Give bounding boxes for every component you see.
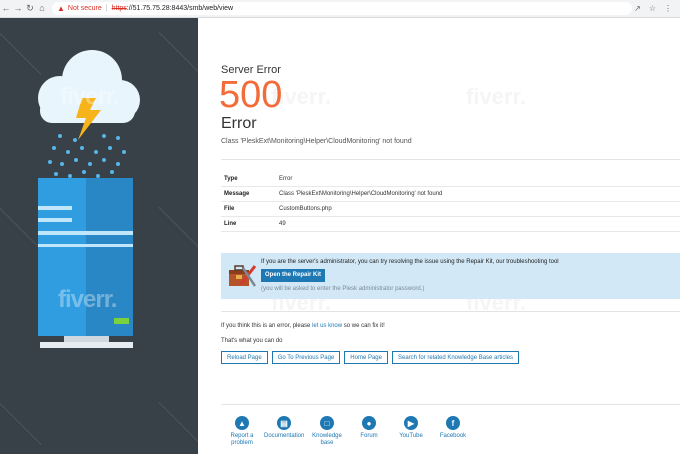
rain-drops — [48, 134, 126, 178]
star-icon[interactable]: ☆ — [649, 4, 656, 13]
url-text: ://51.75.75.28:8443/smb/web/view — [126, 5, 234, 12]
back-icon[interactable]: ← — [0, 0, 12, 17]
error-code: 500 — [219, 74, 283, 116]
footer-label: Forum — [360, 433, 378, 439]
chat-icon: ● — [362, 416, 376, 430]
table-row: Line 49 — [221, 216, 680, 232]
url-scheme: https — [111, 5, 127, 12]
detail-key: File — [221, 201, 276, 217]
footer-facebook[interactable]: f Facebook — [433, 416, 473, 440]
watermark: fiverr. — [60, 83, 119, 110]
detail-key: Message — [221, 186, 276, 202]
report-suffix: so we can fix it! — [343, 323, 385, 329]
footer-youtube[interactable]: ▶ YouTube — [391, 416, 431, 440]
divider — [221, 159, 680, 160]
let-us-know-link[interactable]: let us know — [312, 323, 342, 329]
browser-toolbar: ← → ↻ ⌂ ▲ Not secure | https://51.75.75.… — [0, 0, 680, 18]
footer-label: Documentation — [264, 433, 305, 439]
book-icon: □ — [320, 416, 334, 430]
toolbox-icon — [229, 265, 257, 287]
table-row: Type Error — [221, 172, 680, 187]
server-icon — [38, 178, 133, 348]
detail-key: Type — [221, 172, 276, 187]
action-buttons: Reload Page Go To Previous Page Home Pag… — [221, 351, 520, 364]
document-icon: ▤ — [277, 416, 291, 430]
footer-label: Report a problem — [230, 433, 254, 446]
reload-page-button[interactable]: Reload Page — [221, 351, 268, 364]
error-message: Class 'PleskExt\Monitoring\Helper\CloudM… — [221, 138, 412, 145]
forward-icon[interactable]: → — [12, 0, 24, 17]
repair-kit-note: (you will be asked to enter the Plesk ad… — [261, 286, 425, 292]
actions-intro: That's what you can do — [221, 338, 283, 344]
footer-documentation[interactable]: ▤ Documentation — [264, 416, 304, 440]
open-repair-kit-button[interactable]: Open the Repair Kit — [261, 269, 326, 282]
repair-kit-panel: If you are the server's administrator, y… — [221, 253, 680, 299]
detail-value: Error — [276, 172, 680, 187]
detail-key: Line — [221, 216, 276, 232]
footer-knowledge-base[interactable]: □ Knowledge base — [307, 416, 347, 447]
error-title: Error — [221, 115, 257, 132]
address-separator: | — [105, 5, 108, 12]
youtube-icon: ▶ — [404, 416, 418, 430]
share-icon[interactable]: ↗ — [634, 4, 641, 13]
warning-icon: ▲ — [57, 4, 65, 13]
footer-report-problem[interactable]: ▲ Report a problem — [222, 416, 262, 447]
facebook-icon: f — [446, 416, 460, 430]
error-report-text: If you think this is an error, please le… — [221, 323, 385, 329]
watermark: fiverr. — [466, 84, 526, 109]
footer-label: Knowledge base — [312, 433, 342, 446]
table-row: File CustomButtons.php — [221, 201, 680, 217]
repair-kit-text: If you are the server's administrator, y… — [261, 259, 559, 265]
error-details-table: Type Error Message Class 'PleskExt\Monitor… — [221, 172, 680, 232]
footer-forum[interactable]: ● Forum — [349, 416, 389, 440]
home-page-button[interactable]: Home Page — [344, 351, 388, 364]
footer-label: YouTube — [399, 433, 423, 439]
address-bar[interactable]: ▲ Not secure | https://51.75.75.28:8443/… — [52, 2, 632, 15]
detail-value: CustomButtons.php — [276, 201, 680, 217]
illustration-panel: fiverr. fiverr. — [0, 18, 198, 454]
search-kb-button[interactable]: Search for related Knowledge Base articl… — [391, 351, 520, 364]
home-icon[interactable]: ⌂ — [36, 0, 48, 17]
not-secure-label[interactable]: Not secure — [68, 5, 102, 12]
report-prefix: If you think this is an error, please — [221, 323, 311, 329]
menu-icon[interactable]: ⋮ — [664, 4, 672, 13]
footer-label: Facebook — [439, 433, 467, 439]
watermark: fiverr. — [58, 286, 117, 313]
warning-icon: ▲ — [235, 416, 249, 430]
previous-page-button[interactable]: Go To Previous Page — [271, 351, 341, 364]
divider — [221, 404, 680, 405]
reload-icon[interactable]: ↻ — [24, 0, 36, 17]
table-row: Message Class 'PleskExt\Monitoring\Helper… — [221, 186, 680, 202]
divider — [221, 311, 680, 312]
detail-value: 49 — [276, 216, 680, 232]
detail-value: Class 'PleskExt\Monitoring\Helper\CloudM… — [276, 186, 680, 202]
